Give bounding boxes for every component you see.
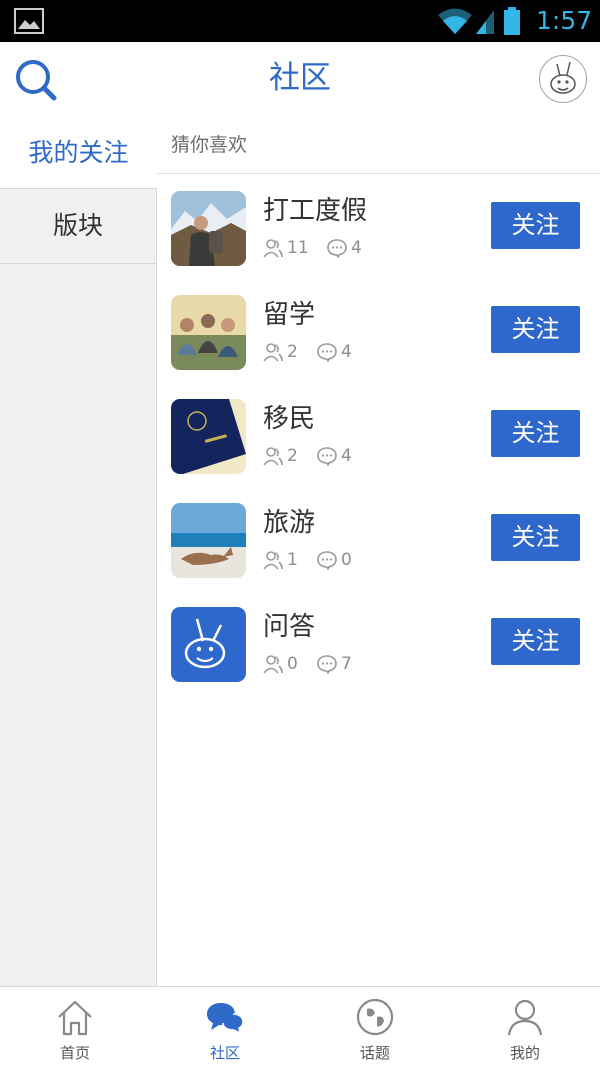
globe-icon — [356, 998, 394, 1036]
members-count: 2 — [287, 342, 298, 362]
list-item[interactable]: 移民 2 4 关注 — [157, 382, 600, 486]
board-name: 留学 — [263, 300, 316, 330]
members-icon — [263, 551, 283, 570]
passport-photo — [171, 399, 246, 474]
board-name: 打工度假 — [263, 196, 368, 226]
board-list: 打工度假 11 4 关注 留学 2 4 关注 移民 2 4 关注 旅游 1 0 … — [157, 174, 600, 694]
tab-my-follows[interactable]: 我的关注 — [0, 118, 157, 189]
nav-community[interactable]: 社区 — [150, 987, 300, 1068]
nav-topics[interactable]: 话题 — [300, 987, 450, 1068]
kangaroo-mascot-icon — [171, 607, 246, 682]
follow-button[interactable]: 关注 — [491, 410, 580, 457]
comments-icon — [317, 447, 337, 466]
battery-icon — [504, 7, 520, 35]
kangaroo-avatar-icon — [550, 61, 576, 94]
comments-icon — [317, 551, 337, 570]
section-label: 猜你喜欢 — [171, 134, 248, 156]
recommend-section-header: 猜你喜欢 — [157, 118, 600, 174]
members-count: 1 — [287, 550, 298, 570]
follow-button[interactable]: 关注 — [491, 306, 580, 353]
posts-count: 4 — [341, 446, 352, 466]
members-count: 2 — [287, 446, 298, 466]
follow-button[interactable]: 关注 — [491, 618, 580, 665]
nav-mine[interactable]: 我的 — [450, 987, 600, 1068]
members-icon — [263, 447, 283, 466]
list-item[interactable]: 打工度假 11 4 关注 — [157, 174, 600, 278]
members-icon — [263, 343, 283, 362]
posts-count: 4 — [351, 238, 362, 258]
status-bar: 1:57 — [0, 0, 600, 42]
members-icon — [263, 655, 283, 674]
home-icon — [58, 1000, 92, 1036]
posts-count: 7 — [341, 654, 352, 674]
students-group-photo — [171, 295, 246, 370]
follow-button[interactable]: 关注 — [491, 514, 580, 561]
posts-count: 0 — [341, 550, 352, 570]
comments-icon — [327, 239, 347, 258]
top-app-bar: 社区 — [0, 42, 600, 118]
signal-icon — [476, 10, 494, 34]
posts-count: 4 — [341, 342, 352, 362]
comments-icon — [317, 655, 337, 674]
wifi-icon — [438, 8, 472, 34]
nav-home-label: 首页 — [59, 1044, 90, 1062]
bottom-navigation: 首页 社区 话题 我的 — [0, 986, 600, 1068]
board-name: 旅游 — [263, 508, 316, 538]
nav-mine-label: 我的 — [509, 1044, 540, 1062]
tab-boards[interactable]: 版块 — [0, 189, 156, 264]
list-item[interactable]: 留学 2 4 关注 — [157, 278, 600, 382]
list-item[interactable]: 问答 0 7 关注 — [157, 590, 600, 694]
comments-icon — [317, 343, 337, 362]
board-name: 移民 — [263, 404, 316, 434]
board-name: 问答 — [263, 612, 316, 642]
clock: 1:57 — [536, 6, 593, 35]
follow-button[interactable]: 关注 — [491, 202, 580, 249]
list-item[interactable]: 旅游 1 0 关注 — [157, 486, 600, 590]
members-count: 11 — [287, 238, 309, 258]
category-sidebar: 我的关注 版块 — [0, 118, 157, 986]
gallery-icon — [14, 8, 44, 34]
nav-topics-label: 话题 — [359, 1044, 390, 1062]
members-count: 0 — [287, 654, 298, 674]
avatar[interactable] — [539, 55, 587, 103]
backpacker-mountains-photo — [171, 191, 246, 266]
person-icon — [507, 999, 543, 1036]
nav-home[interactable]: 首页 — [0, 987, 150, 1068]
nav-community-label: 社区 — [209, 1044, 240, 1062]
page-title: 社区 — [269, 60, 331, 96]
kangaroo-beach-photo — [171, 503, 246, 578]
members-icon — [263, 239, 283, 258]
chat-bubbles-icon — [207, 1003, 244, 1035]
